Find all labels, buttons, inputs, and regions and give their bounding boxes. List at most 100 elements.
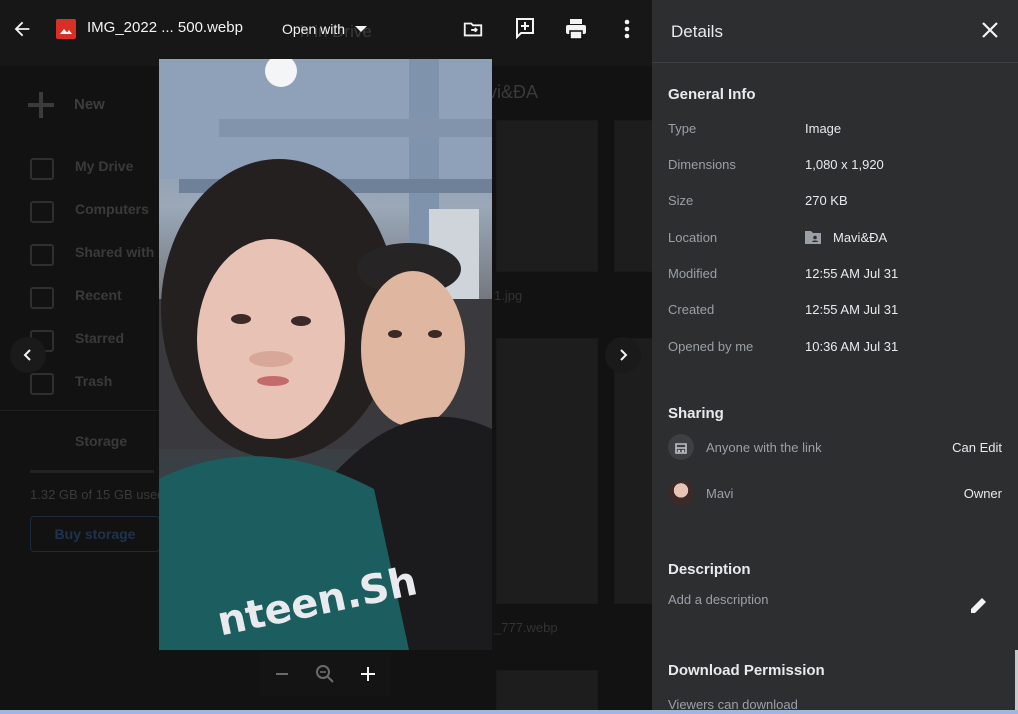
pencil-icon xyxy=(971,598,986,613)
share-row-owner[interactable]: Mavi Owner xyxy=(668,480,1002,508)
info-row-type: Type Image xyxy=(668,121,1008,141)
buy-storage-button: Buy storage xyxy=(30,516,160,552)
share-name: Anyone with the link xyxy=(706,440,822,455)
info-value: 10:36 AM Jul 31 xyxy=(805,339,899,354)
trash-icon xyxy=(30,373,54,395)
zoom-out-button[interactable] xyxy=(266,658,298,690)
info-row-size: Size 270 KB xyxy=(668,193,1008,213)
info-key: Dimensions xyxy=(668,157,736,172)
file-title: IMG_2022 ... 500.webp xyxy=(87,19,243,36)
description-input[interactable]: Add a description xyxy=(668,592,768,607)
storage-label: Storage xyxy=(75,433,128,449)
file-thumbnail xyxy=(614,338,652,604)
folder-title: vi&ĐA xyxy=(488,82,539,102)
info-row-created: Created 12:55 AM Jul 31 xyxy=(668,302,1008,322)
info-value: 270 KB xyxy=(805,193,848,208)
link-icon-wrap xyxy=(668,434,694,460)
storage-bar xyxy=(30,470,154,473)
sidebar-item-label: My Drive xyxy=(75,158,134,174)
open-with-button[interactable]: Open with xyxy=(276,13,373,45)
sidebar-item-my-drive: My Drive xyxy=(0,150,160,193)
minus-icon xyxy=(276,673,288,675)
people-icon xyxy=(30,244,54,266)
info-row-modified: Modified 12:55 AM Jul 31 xyxy=(668,266,1008,286)
info-value: 12:55 AM Jul 31 xyxy=(805,302,899,317)
link-icon xyxy=(675,443,687,454)
file-name-label: _777.webp xyxy=(494,620,558,635)
new-button: New xyxy=(20,88,120,124)
add-comment-button[interactable] xyxy=(507,10,543,46)
computer-icon xyxy=(30,201,54,223)
info-value: Image xyxy=(805,121,842,136)
file-thumbnail xyxy=(614,120,652,272)
sidebar-item-label: Computers xyxy=(75,201,149,217)
file-thumbnail xyxy=(496,120,598,272)
arrow-back-icon xyxy=(14,21,30,37)
details-header: Details xyxy=(652,0,1018,63)
viewer-toolbar: IMG_2022 ... 500.webp Open with xyxy=(0,0,652,58)
sharing-heading: Sharing xyxy=(668,405,724,422)
file-thumbnail xyxy=(496,338,598,604)
chevron-left-icon xyxy=(23,349,31,361)
more-vertical-icon xyxy=(624,19,630,39)
zoom-in-button[interactable] xyxy=(352,658,384,690)
sidebar-item-recent: Recent xyxy=(0,279,160,322)
info-row-opened: Opened by me 10:36 AM Jul 31 xyxy=(668,339,1008,359)
print-icon xyxy=(566,19,586,40)
close-icon xyxy=(982,22,998,38)
share-role: Can Edit xyxy=(952,440,1002,455)
share-row-link[interactable]: Anyone with the link Can Edit xyxy=(668,434,1002,462)
sidebar-item-computers: Computers xyxy=(0,193,160,236)
image-file-icon xyxy=(56,19,76,39)
sidebar-item-label: Starred xyxy=(75,330,125,346)
chevron-down-icon xyxy=(355,26,368,32)
file-thumbnail xyxy=(496,670,598,714)
preview-image: nteen.Sh xyxy=(159,59,492,650)
location-link[interactable]: Mavi&ĐA xyxy=(805,230,887,245)
sidebar-divider xyxy=(0,410,160,411)
plus-icon xyxy=(28,92,54,118)
plus-icon xyxy=(361,667,375,681)
next-button[interactable] xyxy=(605,337,641,373)
info-key: Size xyxy=(668,193,694,208)
previous-button[interactable] xyxy=(10,337,46,373)
info-key: Location xyxy=(668,230,718,245)
download-permission-heading: Download Permission xyxy=(668,662,825,679)
info-key: Modified xyxy=(668,266,718,281)
back-button[interactable] xyxy=(4,11,40,47)
add-comment-icon xyxy=(516,18,534,40)
info-key: Opened by me xyxy=(668,339,754,354)
info-value: Mavi&ĐA xyxy=(833,230,888,245)
details-title: Details xyxy=(671,22,723,41)
info-key: Created xyxy=(668,302,715,317)
chevron-right-icon xyxy=(620,349,628,361)
magnifier-icon xyxy=(316,665,334,683)
info-key: Type xyxy=(668,121,697,136)
sidebar-item-shared: Shared with me xyxy=(0,236,178,279)
edit-description-button[interactable] xyxy=(964,590,994,620)
shared-folder-icon xyxy=(805,231,821,244)
avatar xyxy=(668,480,694,506)
share-role: Owner xyxy=(963,486,1002,501)
add-to-drive-button[interactable] xyxy=(455,11,491,47)
storage-used-text: 1.32 GB of 15 GB used xyxy=(30,487,165,502)
photo-illustration: nteen.Sh xyxy=(159,59,492,650)
zoom-toolbar xyxy=(260,652,391,696)
file-type-icon-wrap xyxy=(48,11,84,47)
info-row-location: Location Mavi&ĐA xyxy=(668,230,1008,250)
window-bottom-edge xyxy=(0,710,1018,714)
description-heading: Description xyxy=(668,561,751,578)
details-panel: Details General Info Type Image Dimensio… xyxy=(652,0,1018,714)
info-row-dimensions: Dimensions 1,080 x 1,920 xyxy=(668,157,1008,177)
info-value: 1,080 x 1,920 xyxy=(805,157,884,172)
add-to-drive-icon xyxy=(463,22,483,37)
sidebar-item-label: Trash xyxy=(75,373,113,389)
print-button[interactable] xyxy=(558,11,594,47)
open-with-label: Open with xyxy=(282,21,346,37)
share-name: Mavi xyxy=(706,486,734,501)
new-button-label: New xyxy=(74,96,105,113)
file-name-label: 1.jpg xyxy=(494,288,523,303)
more-options-button[interactable] xyxy=(609,11,645,47)
zoom-reset-button[interactable] xyxy=(309,658,341,690)
close-details-button[interactable] xyxy=(972,15,1008,45)
